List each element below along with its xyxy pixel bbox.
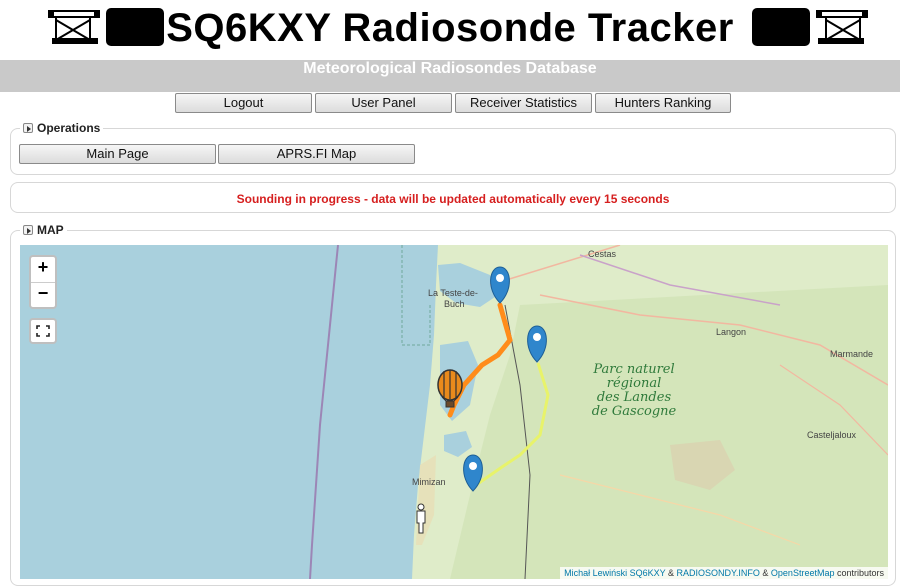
sounding-status-text: Sounding in progress - data will be upda… xyxy=(236,192,670,206)
park-label: Parc naturel régional des Landes de Gasc… xyxy=(586,363,682,419)
zoom-out-button[interactable]: − xyxy=(31,282,55,307)
city-label-cestas: Cestas xyxy=(588,249,617,259)
zoom-control: + − xyxy=(29,255,57,309)
city-label-marmande: Marmande xyxy=(830,349,874,359)
banner-title: Meteorological Radiosondes Database xyxy=(303,60,597,77)
map-view[interactable]: Cestas La Teste-de- Buch Langon Marmande… xyxy=(20,245,888,579)
fullscreen-icon xyxy=(36,325,50,337)
user-panel-button[interactable]: User Panel xyxy=(315,93,452,113)
aprs-map-button[interactable]: APRS.FI Map xyxy=(218,144,415,164)
author-link[interactable]: Michał Lewiński SQ6KXY xyxy=(564,568,665,578)
maritime-boundary xyxy=(309,245,339,579)
operations-legend-label: Operations xyxy=(37,121,101,135)
operations-legend[interactable]: Operations xyxy=(20,121,104,135)
radiosondy-link[interactable]: RADIOSONDY.INFO xyxy=(677,568,760,578)
attribution-suffix: contributors xyxy=(834,568,884,578)
city-label-la-teste: La Teste-de- xyxy=(428,288,478,298)
zoom-in-button[interactable]: + xyxy=(31,257,55,282)
map-attribution: Michał Lewiński SQ6KXY & RADIOSONDY.INFO… xyxy=(560,567,888,579)
logout-button[interactable]: Logout xyxy=(175,93,312,113)
main-page-button[interactable]: Main Page xyxy=(19,144,216,164)
receiver-statistics-button[interactable]: Receiver Statistics xyxy=(455,93,592,113)
city-label-mimizan: Mimizan xyxy=(412,477,446,487)
attribution-separator: & xyxy=(665,568,677,578)
status-panel: Sounding in progress - data will be upda… xyxy=(10,182,896,213)
city-label-langon: Langon xyxy=(716,327,747,337)
park-label-line: Parc naturel xyxy=(593,362,675,377)
expand-toggle-icon[interactable] xyxy=(23,225,33,235)
park-label-line: des Landes xyxy=(596,390,672,405)
map-legend[interactable]: MAP xyxy=(20,223,67,237)
park-label-line: de Gascogne xyxy=(591,404,677,419)
city-label-casteljaloux: Casteljaloux xyxy=(807,430,857,440)
map-legend-label: MAP xyxy=(37,223,64,237)
site-title: SQ6KXY Radiosonde Tracker xyxy=(166,6,734,50)
park-label-line: régional xyxy=(606,376,662,391)
nav-zone-line xyxy=(401,245,431,346)
database-banner: Meteorological Radiosondes Database xyxy=(0,60,900,92)
hunters-ranking-button[interactable]: Hunters Ranking xyxy=(595,93,731,113)
header: SQ6KXY Radiosonde Tracker xyxy=(0,0,900,60)
attribution-separator: & xyxy=(759,568,771,578)
fullscreen-button[interactable] xyxy=(29,318,57,344)
openstreetmap-link[interactable]: OpenStreetMap xyxy=(771,568,835,578)
expand-toggle-icon[interactable] xyxy=(23,123,33,133)
city-label-buch: Buch xyxy=(444,299,465,309)
